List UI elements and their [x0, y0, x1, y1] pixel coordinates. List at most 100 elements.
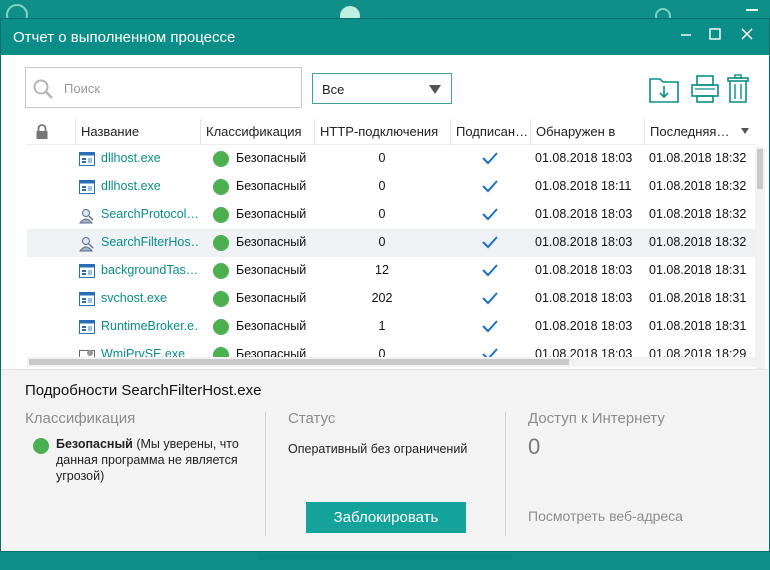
status-header: Статус [288, 410, 336, 427]
export-button[interactable] [647, 73, 681, 105]
cell-detected: 01.08.2018 18:03 [535, 235, 633, 249]
cell-name[interactable]: RuntimeBroker.e… [101, 313, 200, 341]
safe-status-dot [213, 291, 229, 307]
signed-check-icon [481, 205, 499, 223]
window-title: Отчет о выполненном процессе [13, 29, 236, 46]
safe-status-dot [213, 151, 229, 167]
column-header-detected[interactable]: Обнаружен в [530, 119, 644, 145]
scroll-thumb[interactable] [29, 359, 569, 365]
safe-status-dot [213, 263, 229, 279]
cell-detected: 01.08.2018 18:03 [535, 207, 633, 221]
column-header-http[interactable]: HTTP-подключения [314, 119, 450, 145]
cell-name[interactable]: svchost.exe [101, 285, 200, 313]
column-header-classification[interactable]: Классификация [200, 119, 314, 145]
close-icon [741, 28, 753, 40]
app-window-icon [79, 152, 95, 166]
signed-check-icon [481, 261, 499, 279]
column-header-last[interactable]: Последняя… [644, 119, 755, 145]
cell-last: 01.08.2018 18:31 [649, 263, 747, 277]
table-row[interactable]: RuntimeBroker.e… Безопасный 1 01.08.2018 18… [27, 313, 755, 341]
signed-check-icon [481, 317, 499, 335]
sort-down-icon [741, 128, 749, 134]
column-header-last-label: Последняя… [650, 124, 730, 139]
safe-status-dot [33, 438, 49, 454]
signed-check-icon [481, 149, 499, 167]
search-icon [33, 79, 53, 99]
classification-header: Классификация [25, 410, 136, 427]
app-window-icon [79, 320, 95, 334]
cell-http: 0 [378, 179, 386, 193]
cell-http: 1 [378, 319, 386, 333]
cell-http: 0 [378, 235, 386, 249]
horizontal-scrollbar[interactable] [27, 357, 755, 367]
classification-text: Безопасный (Мы уверены, что данная прогр… [56, 436, 256, 484]
cell-classification: Безопасный [236, 291, 307, 305]
safe-status-dot [213, 179, 229, 195]
table-row[interactable]: SearchProtocol… Безопасный 0 01.08.2018 18:… [27, 201, 755, 229]
classification-value: Безопасный [56, 437, 133, 451]
minimize-icon [681, 34, 691, 36]
print-button[interactable] [689, 73, 723, 105]
internet-access-count: 0 [528, 434, 541, 459]
block-button[interactable]: Заблокировать [306, 502, 466, 533]
cell-detected: 01.08.2018 18:03 [535, 151, 633, 165]
cell-name[interactable]: dllhost.exe [101, 145, 200, 173]
scroll-thumb[interactable] [757, 149, 763, 189]
cell-name[interactable]: SearchProtocol… [101, 201, 200, 229]
cell-classification: Безопасный [236, 179, 307, 193]
maximize-button[interactable] [700, 25, 730, 49]
cell-name[interactable]: backgroundTas… [101, 257, 200, 285]
vertical-scrollbar[interactable] [755, 147, 765, 369]
safe-status-dot [213, 207, 229, 223]
table-row[interactable]: dllhost.exe Безопасный 0 01.08.2018 18:03 01… [27, 145, 755, 173]
cell-classification: Безопасный [236, 207, 307, 221]
safe-status-dot [213, 319, 229, 335]
safe-status-dot [213, 235, 229, 251]
table-row[interactable]: backgroundTas… Безопасный 12 01.08.2018 18:… [27, 257, 755, 285]
details-panel: Подробности SearchFilterHost.exe Классиф… [1, 369, 769, 551]
cell-last: 01.08.2018 18:32 [649, 151, 747, 165]
view-web-addresses-link[interactable]: Посмотреть веб-адреса [528, 508, 683, 524]
table-row[interactable]: svchost.exe Безопасный 202 01.08.2018 18:03… [27, 285, 755, 313]
cell-last: 01.08.2018 18:32 [649, 207, 747, 221]
cell-last: 01.08.2018 18:32 [649, 179, 747, 193]
details-title: Подробности SearchFilterHost.exe [25, 382, 262, 399]
column-header-lock[interactable] [27, 119, 75, 145]
bg-decor [746, 9, 758, 11]
search-input[interactable] [64, 78, 294, 98]
title-bar: Отчет о выполненном процессе [1, 19, 769, 55]
divider [265, 412, 266, 536]
chevron-down-icon [429, 85, 441, 94]
cell-classification: Безопасный [236, 263, 307, 277]
cell-detected: 01.08.2018 18:03 [535, 291, 633, 305]
table-row[interactable]: SearchFilterHos… Безопасный 0 01.08.2018 18… [27, 229, 755, 257]
print-icon [691, 75, 719, 103]
trash-icon [727, 74, 749, 103]
background-window-edge [258, 554, 512, 560]
search-process-icon [78, 236, 95, 252]
delete-button[interactable] [725, 73, 759, 105]
filter-selected-value: Все [322, 82, 345, 97]
cell-classification: Безопасный [236, 319, 307, 333]
search-box[interactable] [25, 67, 302, 108]
search-process-icon [78, 208, 95, 224]
cell-http: 0 [378, 151, 386, 165]
close-button[interactable] [732, 25, 762, 49]
app-window-icon [79, 264, 95, 278]
lock-icon [36, 124, 48, 139]
cell-name[interactable]: SearchFilterHos… [101, 229, 200, 257]
desktop-background [0, 0, 770, 26]
column-header-name[interactable]: Название [75, 119, 200, 145]
filter-dropdown[interactable]: Все [312, 73, 452, 104]
minimize-button[interactable] [671, 25, 701, 49]
cell-http: 202 [371, 291, 393, 305]
maximize-icon [709, 28, 721, 40]
cell-name[interactable]: dllhost.exe [101, 173, 200, 201]
table-row[interactable]: dllhost.exe Безопасный 0 01.08.2018 18:11 01… [27, 173, 755, 201]
column-header-signed[interactable]: Подписан… [450, 119, 530, 145]
cell-classification: Безопасный [236, 151, 307, 165]
divider [505, 412, 506, 536]
internet-access-header: Доступ к Интернету [528, 410, 665, 427]
cell-http: 0 [378, 207, 386, 221]
table-header: Название Классификация HTTP-подключения … [27, 119, 755, 145]
